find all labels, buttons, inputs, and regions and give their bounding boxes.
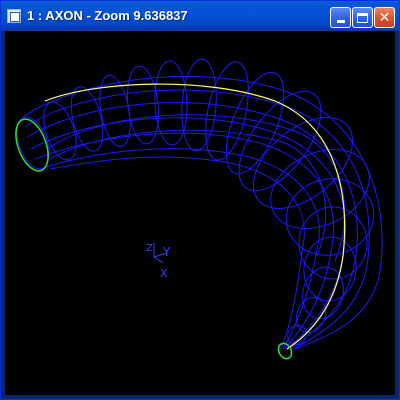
window-title: 1 : AXON - Zoom 9.636837	[27, 8, 188, 23]
end-profile	[277, 342, 293, 360]
spine-curve	[44, 83, 346, 350]
3d-viewport[interactable]: Z Y X	[5, 31, 395, 395]
axis-label-x: X	[160, 267, 168, 280]
maximize-button[interactable]	[352, 7, 373, 28]
axis-label-z: Z	[146, 243, 153, 254]
axis-label-y: Y	[162, 245, 171, 259]
minimize-icon	[336, 20, 345, 23]
minimize-button[interactable]	[330, 7, 351, 28]
maximize-icon	[357, 12, 368, 23]
close-icon: ✕	[378, 9, 391, 26]
window-icon[interactable]	[7, 9, 21, 23]
close-button[interactable]: ✕	[374, 7, 395, 28]
title-bar[interactable]: 1 : AXON - Zoom 9.636837 ✕	[1, 1, 399, 31]
cad-window: 1 : AXON - Zoom 9.636837 ✕ Z Y X	[0, 0, 400, 400]
wireframe-canvas[interactable]: Z Y X	[5, 31, 395, 395]
